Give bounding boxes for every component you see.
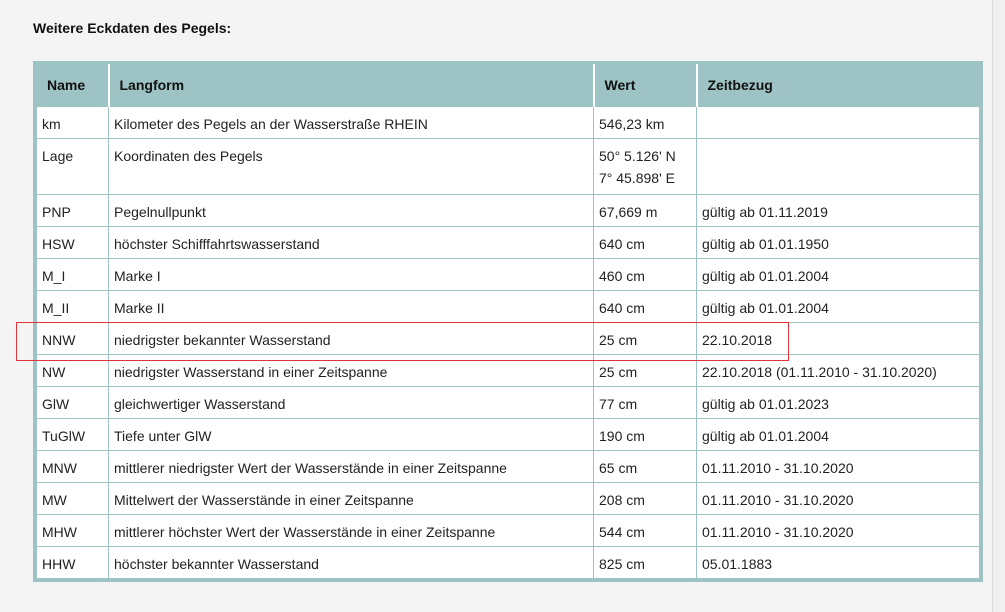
table-row: M_II Marke II 640 cm gültig ab 01.01.200… bbox=[36, 290, 980, 323]
cell-zeitbezug: gültig ab 01.01.2004 bbox=[696, 290, 980, 323]
cell-zeitbezug: 01.11.2010 - 31.10.2020 bbox=[696, 450, 980, 483]
table-row: PNP Pegelnullpunkt 67,669 m gültig ab 01… bbox=[36, 194, 980, 227]
table-row-highlighted: NNW niedrigster bekannter Wasserstand 25… bbox=[36, 322, 980, 355]
page-content: Weitere Eckdaten des Pegels: Name Langfo… bbox=[0, 0, 992, 612]
cell-langform: mittlerer höchster Wert der Wasserstände… bbox=[108, 514, 594, 547]
cell-name: km bbox=[36, 106, 109, 139]
cell-wert: 25 cm bbox=[593, 354, 697, 387]
cell-zeitbezug: 22.10.2018 (01.11.2010 - 31.10.2020) bbox=[696, 354, 980, 387]
table-row: Lage Koordinaten des Pegels 50° 5.126' N… bbox=[36, 138, 980, 195]
cell-zeitbezug: gültig ab 01.11.2019 bbox=[696, 194, 980, 227]
cell-zeitbezug: 01.11.2010 - 31.10.2020 bbox=[696, 514, 980, 547]
cell-langform: gleichwertiger Wasserstand bbox=[108, 386, 594, 419]
cell-zeitbezug: gültig ab 01.01.1950 bbox=[696, 226, 980, 259]
cell-name: GlW bbox=[36, 386, 109, 419]
cell-langform: Marke I bbox=[108, 258, 594, 291]
table-row: HHW höchster bekannter Wasserstand 825 c… bbox=[36, 546, 980, 579]
cell-wert: 50° 5.126' N 7° 45.898' E bbox=[593, 138, 697, 195]
cell-langform: Mittelwert der Wasserstände in einer Zei… bbox=[108, 482, 594, 515]
cell-zeitbezug bbox=[696, 106, 980, 139]
cell-wert: 546,23 km bbox=[593, 106, 697, 139]
cell-name: NNW bbox=[36, 322, 109, 355]
cell-name: Lage bbox=[36, 138, 109, 195]
longitude-value: 7° 45.898' E bbox=[599, 170, 675, 186]
cell-wert: 460 cm bbox=[593, 258, 697, 291]
cell-langform: Marke II bbox=[108, 290, 594, 323]
cell-langform: höchster Schifffahrtswasserstand bbox=[108, 226, 594, 259]
cell-langform: Pegelnullpunkt bbox=[108, 194, 594, 227]
cell-wert: 77 cm bbox=[593, 386, 697, 419]
cell-langform: mittlerer niedrigster Wert der Wasserstä… bbox=[108, 450, 594, 483]
cell-name: MHW bbox=[36, 514, 109, 547]
cell-wert: 67,669 m bbox=[593, 194, 697, 227]
table-row: GlW gleichwertiger Wasserstand 77 cm gül… bbox=[36, 386, 980, 419]
cell-wert: 208 cm bbox=[593, 482, 697, 515]
cell-name: M_II bbox=[36, 290, 109, 323]
table-row: km Kilometer des Pegels an der Wasserstr… bbox=[36, 106, 980, 139]
cell-wert: 544 cm bbox=[593, 514, 697, 547]
cell-name: PNP bbox=[36, 194, 109, 227]
table-row: M_I Marke I 460 cm gültig ab 01.01.2004 bbox=[36, 258, 980, 291]
cell-wert: 65 cm bbox=[593, 450, 697, 483]
cell-wert: 25 cm bbox=[593, 322, 697, 355]
cell-name: HHW bbox=[36, 546, 109, 579]
cell-langform: Tiefe unter GlW bbox=[108, 418, 594, 451]
cell-langform: Koordinaten des Pegels bbox=[108, 138, 594, 195]
header-zeitbezug: Zeitbezug bbox=[696, 64, 980, 107]
table-row: TuGlW Tiefe unter GlW 190 cm gültig ab 0… bbox=[36, 418, 980, 451]
cell-langform: niedrigster Wasserstand in einer Zeitspa… bbox=[108, 354, 594, 387]
cell-zeitbezug bbox=[696, 138, 980, 195]
cell-langform: höchster bekannter Wasserstand bbox=[108, 546, 594, 579]
table-row: MNW mittlerer niedrigster Wert der Wasse… bbox=[36, 450, 980, 483]
cell-zeitbezug: 22.10.2018 bbox=[696, 322, 980, 355]
section-title: Weitere Eckdaten des Pegels: bbox=[33, 20, 232, 36]
gauge-data-table: Name Langform Wert Zeitbezug km Kilomete… bbox=[33, 61, 983, 582]
cell-zeitbezug: 01.11.2010 - 31.10.2020 bbox=[696, 482, 980, 515]
vertical-scrollbar[interactable] bbox=[992, 0, 1005, 612]
table-row: MHW mittlerer höchster Wert der Wasserst… bbox=[36, 514, 980, 547]
cell-name: MNW bbox=[36, 450, 109, 483]
header-langform: Langform bbox=[108, 64, 595, 107]
table-row: NW niedrigster Wasserstand in einer Zeit… bbox=[36, 354, 980, 387]
cell-langform: Kilometer des Pegels an der Wasserstraße… bbox=[108, 106, 594, 139]
cell-name: HSW bbox=[36, 226, 109, 259]
latitude-value: 50° 5.126' N bbox=[599, 148, 676, 164]
cell-name: MW bbox=[36, 482, 109, 515]
cell-wert: 640 cm bbox=[593, 226, 697, 259]
cell-zeitbezug: 05.01.1883 bbox=[696, 546, 980, 579]
cell-name: NW bbox=[36, 354, 109, 387]
cell-zeitbezug: gültig ab 01.01.2004 bbox=[696, 258, 980, 291]
table-row: HSW höchster Schifffahrtswasserstand 640… bbox=[36, 226, 980, 259]
header-name: Name bbox=[36, 64, 110, 107]
cell-wert: 825 cm bbox=[593, 546, 697, 579]
cell-zeitbezug: gültig ab 01.01.2023 bbox=[696, 386, 980, 419]
cell-wert: 640 cm bbox=[593, 290, 697, 323]
cell-langform: niedrigster bekannter Wasserstand bbox=[108, 322, 594, 355]
cell-name: M_I bbox=[36, 258, 109, 291]
table-row: MW Mittelwert der Wasserstände in einer … bbox=[36, 482, 980, 515]
cell-wert: 190 cm bbox=[593, 418, 697, 451]
cell-zeitbezug: gültig ab 01.01.2004 bbox=[696, 418, 980, 451]
cell-name: TuGlW bbox=[36, 418, 109, 451]
header-wert: Wert bbox=[593, 64, 698, 107]
table-header-row: Name Langform Wert Zeitbezug bbox=[36, 64, 980, 107]
